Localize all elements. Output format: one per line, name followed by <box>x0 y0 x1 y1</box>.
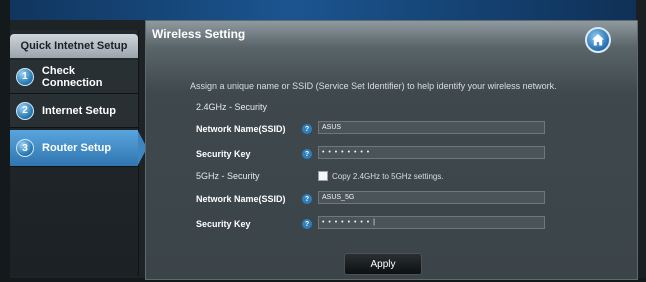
description-text: Assign a unique name or SSID (Service Se… <box>190 81 557 91</box>
left-frame <box>0 0 10 282</box>
step-label: Router Setup <box>42 142 112 154</box>
step-label: Internet Setup <box>42 104 116 117</box>
ssid-5-input[interactable]: ASUS_5G <box>318 191 545 204</box>
home-button[interactable] <box>585 27 611 53</box>
home-icon <box>592 34 604 46</box>
copy-settings-option[interactable]: Copy 2.4GHz to 5GHz settings. <box>318 171 444 181</box>
ssid-24-input[interactable]: ASUS <box>318 121 545 134</box>
step-number-icon: 3 <box>16 139 34 157</box>
help-icon[interactable]: ? <box>302 219 312 229</box>
top-banner <box>0 0 646 20</box>
ssid-24-label: Network Name(SSID) <box>196 124 286 134</box>
step-internet-setup[interactable]: 2 Internet Setup <box>10 94 138 128</box>
page-title: Wireless Setting <box>152 27 246 41</box>
step-check-connection[interactable]: 1 Check Connection <box>10 60 138 94</box>
step-number-icon: 1 <box>16 67 34 86</box>
key-24-label: Security Key <box>196 149 251 159</box>
step-number-icon: 2 <box>16 101 34 120</box>
step-router-setup[interactable]: 3 Router Setup <box>10 130 138 167</box>
help-icon[interactable]: ? <box>302 149 312 159</box>
step-label: Check Connection <box>41 64 103 89</box>
wireless-setting-panel: Wireless Setting Assign a unique name or… <box>145 20 638 280</box>
copy-settings-label: Copy 2.4GHz to 5GHz settings. <box>332 171 444 181</box>
help-icon[interactable]: ? <box>302 124 312 134</box>
band-5-heading: 5GHz - Security <box>196 171 260 181</box>
apply-button[interactable]: Apply <box>344 253 422 275</box>
copy-settings-checkbox[interactable] <box>318 171 328 181</box>
help-icon[interactable]: ? <box>302 194 312 204</box>
key-5-label: Security Key <box>196 219 251 229</box>
ssid-5-label: Network Name(SSID) <box>196 194 286 204</box>
setup-sidebar: Quick Intetnet Setup 1 Check Connection … <box>10 30 147 276</box>
key-5-input[interactable]: • • • • • • • • | <box>318 216 545 229</box>
key-24-input[interactable]: • • • • • • • • <box>318 146 545 159</box>
sidebar-title: Quick Intetnet Setup <box>10 34 138 58</box>
band-24-heading: 2.4GHz - Security <box>196 102 268 112</box>
